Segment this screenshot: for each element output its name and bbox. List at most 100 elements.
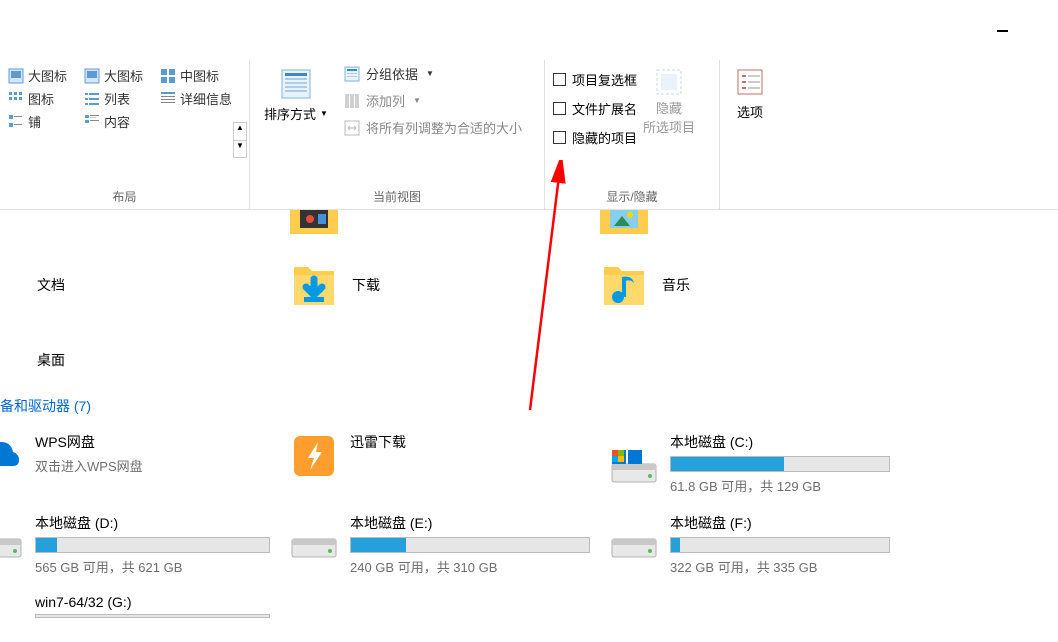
checkbox-icon (553, 102, 566, 115)
add-columns-button[interactable]: 添加列 ▼ (344, 91, 522, 110)
usage-bar (350, 537, 590, 553)
label: 本地磁盘 (D:) (35, 513, 270, 533)
label: 选项 (737, 102, 763, 121)
label: 图标 (28, 89, 54, 108)
group-by-button[interactable]: 分组依据▼ (344, 64, 522, 83)
view-content[interactable]: 内容 (82, 110, 158, 133)
ribbon-group-options: 选项 (720, 60, 780, 209)
folder-desktop[interactable]: 桌面 (0, 330, 290, 390)
options-button[interactable]: 选项 (734, 66, 766, 121)
layout-scroller[interactable]: ▲ ▼ (233, 122, 247, 158)
add-columns-icon (344, 93, 360, 109)
label: 本地磁盘 (E:) (350, 513, 590, 533)
file-extensions-toggle[interactable]: 文件扩展名 (553, 99, 637, 118)
fit-columns-icon (344, 120, 360, 136)
label: 内容 (104, 112, 130, 131)
label: 列表 (104, 89, 130, 108)
xunlei-icon (290, 432, 338, 480)
ribbon-group-layout: 大图标 大图标 中图标 图标 列表 详细信息 (0, 60, 250, 209)
sort-button[interactable]: 排序方式 ▼ (256, 64, 336, 137)
label: 大图标 (28, 66, 67, 85)
label: 240 GB 可用，共 310 GB (350, 557, 590, 576)
label: 铺 (28, 112, 41, 131)
item-checkboxes-toggle[interactable]: 项目复选框 (553, 70, 637, 89)
drive-icon (610, 531, 658, 567)
view-xlarge-icons[interactable]: 大图标 (6, 64, 82, 87)
label: 排序方式 (264, 104, 316, 123)
label: 桌面 (37, 350, 65, 370)
label: 双击进入WPS网盘 (35, 456, 270, 475)
fit-columns-button[interactable]: 将所有列调整为合适的大小 (344, 118, 522, 137)
label: 所选项目 (643, 117, 695, 136)
label: 隐藏的项目 (572, 128, 637, 147)
folder-downloads[interactable]: 下载 (290, 240, 600, 330)
hidden-items-toggle[interactable]: 隐藏的项目 (553, 128, 637, 147)
group-by-icon (344, 66, 360, 82)
label: 565 GB 可用，共 621 GB (35, 557, 270, 576)
drive-icon (290, 531, 338, 567)
view-tiles[interactable]: 铺 (6, 110, 82, 133)
checkbox-icon (553, 73, 566, 86)
folder-pictures[interactable] (600, 210, 900, 234)
label: 中图标 (180, 66, 219, 85)
label: 文档 (37, 275, 65, 295)
wps-cloud-icon (0, 432, 23, 480)
view-small-icons[interactable]: 图标 (6, 87, 82, 110)
chevron-down-icon: ▼ (413, 96, 421, 105)
label: 将所有列调整为合适的大小 (366, 118, 522, 137)
view-large-icons[interactable]: 大图标 (82, 64, 158, 87)
drive-c[interactable]: 本地磁盘 (C:) 61.8 GB 可用，共 129 GB (610, 432, 910, 495)
label: 备和驱动器 (7) (0, 398, 91, 414)
label: 本地磁盘 (F:) (670, 513, 890, 533)
medium-icons-icon (160, 68, 176, 84)
group-label: 显示/隐藏 (545, 188, 719, 205)
options-icon (734, 66, 766, 98)
label: win7-64/32 (G:) (35, 594, 270, 610)
folder-videos[interactable] (290, 210, 600, 234)
drive-icon (0, 531, 23, 567)
ribbon-group-current-view: 排序方式▼ 分组依据▼ 添加列▼ 将所有列调整为合适的大小 当前视图 (250, 60, 545, 209)
details-icon (160, 91, 176, 107)
content-area: 文档 下载 音乐 桌面 备和驱动器 (7) WPS网盘 (0, 210, 1058, 642)
drive-d[interactable]: 本地磁盘 (D:) 565 GB 可用，共 621 GB (0, 513, 290, 576)
label: 项目复选框 (572, 70, 637, 89)
view-medium-icons[interactable]: 中图标 (158, 64, 250, 87)
chevron-down-icon: ▼ (320, 109, 328, 118)
drive-wps[interactable]: WPS网盘 双击进入WPS网盘 (0, 432, 290, 495)
list-icon (84, 91, 100, 107)
tiles-icon (8, 114, 24, 130)
label: 迅雷下载 (350, 432, 590, 452)
view-list[interactable]: 列表 (82, 87, 158, 110)
view-details[interactable]: 详细信息 (158, 87, 250, 110)
label: 322 GB 可用，共 335 GB (670, 557, 890, 576)
label: 详细信息 (180, 89, 232, 108)
label: 添加列 (366, 91, 405, 110)
drive-e[interactable]: 本地磁盘 (E:) 240 GB 可用，共 310 GB (290, 513, 610, 576)
label: 文件扩展名 (572, 99, 637, 118)
music-icon (600, 261, 648, 309)
label: 本地磁盘 (C:) (670, 432, 890, 452)
checkbox-icon (553, 131, 566, 144)
label: 音乐 (662, 275, 690, 295)
hide-icon (653, 66, 685, 98)
ribbon: 大图标 大图标 中图标 图标 列表 详细信息 (0, 60, 1058, 210)
usage-bar (670, 456, 890, 472)
devices-section-header[interactable]: 备和驱动器 (7) (0, 390, 1058, 426)
content-icon (84, 114, 100, 130)
folder-music[interactable]: 音乐 (600, 240, 900, 330)
folder-icon (290, 210, 338, 234)
drive-f[interactable]: 本地磁盘 (F:) 322 GB 可用，共 335 GB (610, 513, 910, 576)
system-drive-icon (610, 450, 658, 486)
label: 61.8 GB 可用，共 129 GB (670, 476, 890, 495)
downloads-icon (290, 261, 338, 309)
sort-icon (280, 68, 312, 100)
minimize-button[interactable] (997, 30, 1008, 32)
drive-g[interactable]: win7-64/32 (G:) (0, 594, 290, 642)
label: WPS网盘 (35, 432, 270, 452)
folder-documents[interactable]: 文档 (0, 240, 290, 330)
hide-selected-button[interactable]: 隐藏 所选项目 (637, 64, 701, 147)
small-icons-icon (8, 91, 24, 107)
label: 大图标 (104, 66, 143, 85)
drive-xunlei[interactable]: 迅雷下载 (290, 432, 610, 495)
label: 分组依据 (366, 64, 418, 83)
